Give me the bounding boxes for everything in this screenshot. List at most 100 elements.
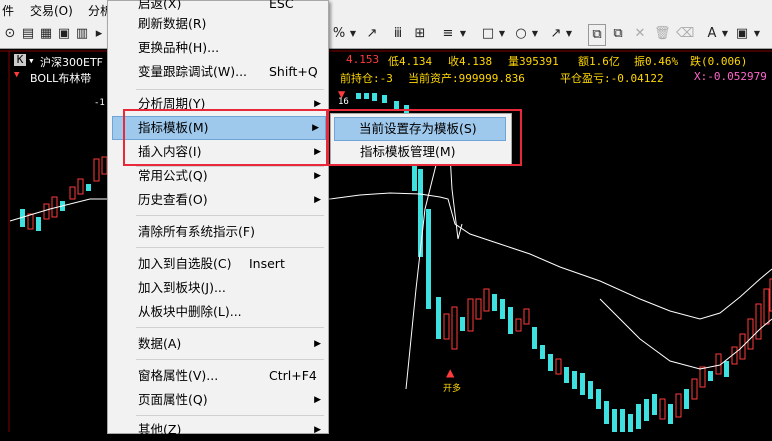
- candlestick: [548, 354, 553, 371]
- submenu-arrow-icon: ▶: [312, 123, 319, 133]
- candlestick: [715, 353, 722, 375]
- chart-icon[interactable]: ▥: [74, 24, 90, 44]
- save-as-template-item[interactable]: 当前设置存为模板(S): [334, 117, 506, 141]
- candlestick: [492, 294, 497, 311]
- position: 前持仓:-3: [340, 72, 393, 85]
- menu-item-shortcut: Insert: [249, 256, 285, 271]
- menu-item-formula[interactable]: 常用公式(Q) ▶: [109, 165, 327, 187]
- candlestick: [69, 186, 76, 200]
- dropdown-icon[interactable]: ▾: [28, 54, 35, 67]
- candlestick: [699, 366, 706, 388]
- menu-item-label: 清除所有系统指示(F): [138, 224, 255, 239]
- lines-icon[interactable]: ≡: [440, 24, 456, 44]
- k-toggle[interactable]: K: [14, 54, 26, 66]
- candlestick: [763, 288, 770, 325]
- submenu-arrow-icon: ▶: [314, 395, 321, 405]
- chevron-down-icon[interactable]: ▼: [564, 24, 574, 44]
- chevron-down-icon[interactable]: ▼: [458, 24, 468, 44]
- grid-icon[interactable]: ▣: [56, 24, 72, 44]
- chevron-down-icon[interactable]: ▼: [348, 24, 358, 44]
- template-submenu: 当前设置存为模板(S) 指标模板管理(M): [330, 113, 512, 165]
- overlay-icon[interactable]: ⧉: [610, 24, 626, 44]
- menu-item-page-props[interactable]: 页面属性(Q) ▶: [109, 389, 327, 411]
- ruler-icon[interactable]: ⊞: [412, 24, 428, 44]
- percent-tool[interactable]: %: [332, 24, 346, 44]
- menu-item-label: 从板块中删除(L)...: [138, 304, 242, 319]
- menu-item-insert[interactable]: 插入内容(I) ▶: [109, 141, 327, 163]
- candlestick: [612, 409, 617, 432]
- chevron-down-icon[interactable]: ▼: [530, 24, 540, 44]
- candlestick: [500, 299, 505, 319]
- menu-item-label: 插入内容(I): [138, 144, 202, 159]
- fibonacci-icon[interactable]: ⅲ: [390, 24, 406, 44]
- table-icon[interactable]: ▦: [38, 24, 54, 44]
- candlestick: [443, 313, 450, 340]
- arrow-icon[interactable]: ▸: [92, 24, 106, 44]
- arrow-up-right-icon[interactable]: ↗: [548, 24, 564, 44]
- menu-item-add-sector[interactable]: 加入到板块(J)...: [109, 277, 327, 299]
- trash-icon[interactable]: 🗑: [654, 24, 671, 44]
- menu-item-clear-signals[interactable]: 清除所有系统指示(F): [109, 221, 327, 243]
- candlestick: [451, 306, 458, 350]
- menu-item-refresh[interactable]: 刷新数据(R): [109, 13, 327, 35]
- menu-item-shortcut: Shift+Q: [269, 64, 318, 79]
- small-label: 16: [338, 97, 349, 107]
- menu-file[interactable]: 件: [2, 2, 14, 19]
- chevron-down-icon[interactable]: ▼: [720, 24, 730, 44]
- menu-item-label: 加入到自选股(C): [138, 256, 232, 271]
- menu-item-history[interactable]: 历史查看(O) ▶: [109, 189, 327, 211]
- assets: 当前资产:999999.836: [408, 72, 525, 85]
- candlestick: [356, 93, 361, 99]
- copy-icon[interactable]: ⧉: [588, 24, 606, 46]
- candlestick: [372, 93, 377, 101]
- candlestick: [515, 318, 522, 332]
- candlestick: [364, 93, 369, 99]
- candlestick: [724, 361, 729, 377]
- menu-item-pane-props[interactable]: 窗格属性(V)... Ctrl+F4: [109, 365, 327, 387]
- menu-item-label: 变量跟踪调试(W)...: [138, 64, 248, 79]
- candlestick: [27, 213, 34, 230]
- menu-trade[interactable]: 交易(O): [30, 2, 73, 19]
- text-icon[interactable]: A: [704, 24, 720, 44]
- chevron-down-icon[interactable]: ▼: [752, 24, 762, 44]
- change: 跌(0.006): [690, 55, 748, 68]
- indicator-name: BOLL布林带: [30, 72, 92, 85]
- circle-icon[interactable]: ○: [513, 24, 529, 44]
- manage-templates-item[interactable]: 指标模板管理(M): [334, 141, 506, 163]
- lock-icon[interactable]: ▣: [734, 24, 750, 44]
- candlestick: [483, 288, 490, 312]
- candlestick: [747, 318, 754, 350]
- candlestick: [532, 327, 537, 349]
- chevron-down-icon[interactable]: ▼: [497, 24, 507, 44]
- menu-separator: [136, 247, 324, 248]
- candlestick: [652, 394, 657, 415]
- menu-item-change-symbol[interactable]: 更换品种(H)...: [109, 37, 327, 59]
- submenu-item-label: 当前设置存为模板(S): [359, 121, 477, 136]
- volume: 量395391: [508, 55, 559, 68]
- menu-item-debug[interactable]: 变量跟踪调试(W)... Shift+Q: [109, 61, 327, 83]
- candlestick: [580, 373, 585, 395]
- left-tool-icon[interactable]: ⊙: [2, 24, 18, 44]
- x-value: X:-0.052979: [694, 70, 767, 83]
- menu-item-shortcut: Ctrl+F4: [269, 368, 317, 383]
- candlestick: [382, 95, 387, 103]
- amount: 额1.6亿: [578, 55, 620, 68]
- menu-item-period[interactable]: 分析周期(Y) ▶: [109, 93, 327, 115]
- menu-item-label: 历史查看(O): [138, 192, 208, 207]
- left-label: -1: [94, 98, 105, 108]
- menu-item-label: 加入到板块(J)...: [138, 280, 226, 295]
- candlestick: [596, 389, 601, 409]
- close-price: 收4.138: [448, 55, 493, 68]
- square-icon[interactable]: □: [480, 24, 496, 44]
- candlestick: [691, 378, 698, 400]
- close-icon[interactable]: ✕: [632, 24, 648, 44]
- clear-icon[interactable]: ⌫: [676, 24, 694, 44]
- pen-icon[interactable]: ↗: [364, 24, 380, 44]
- menu-item-data[interactable]: 数据(A) ▶: [109, 333, 327, 355]
- menu-item-indicator-template[interactable]: 指标模板(M) ▶: [112, 116, 326, 140]
- menu-item-other[interactable]: 其他(Z) ▶: [109, 419, 327, 441]
- save-icon[interactable]: ▤: [20, 24, 36, 44]
- menu-item-add-watchlist[interactable]: 加入到自选股(C) Insert: [109, 253, 327, 275]
- candlestick: [564, 367, 569, 383]
- menu-item-remove-sector[interactable]: 从板块中删除(L)...: [109, 301, 327, 323]
